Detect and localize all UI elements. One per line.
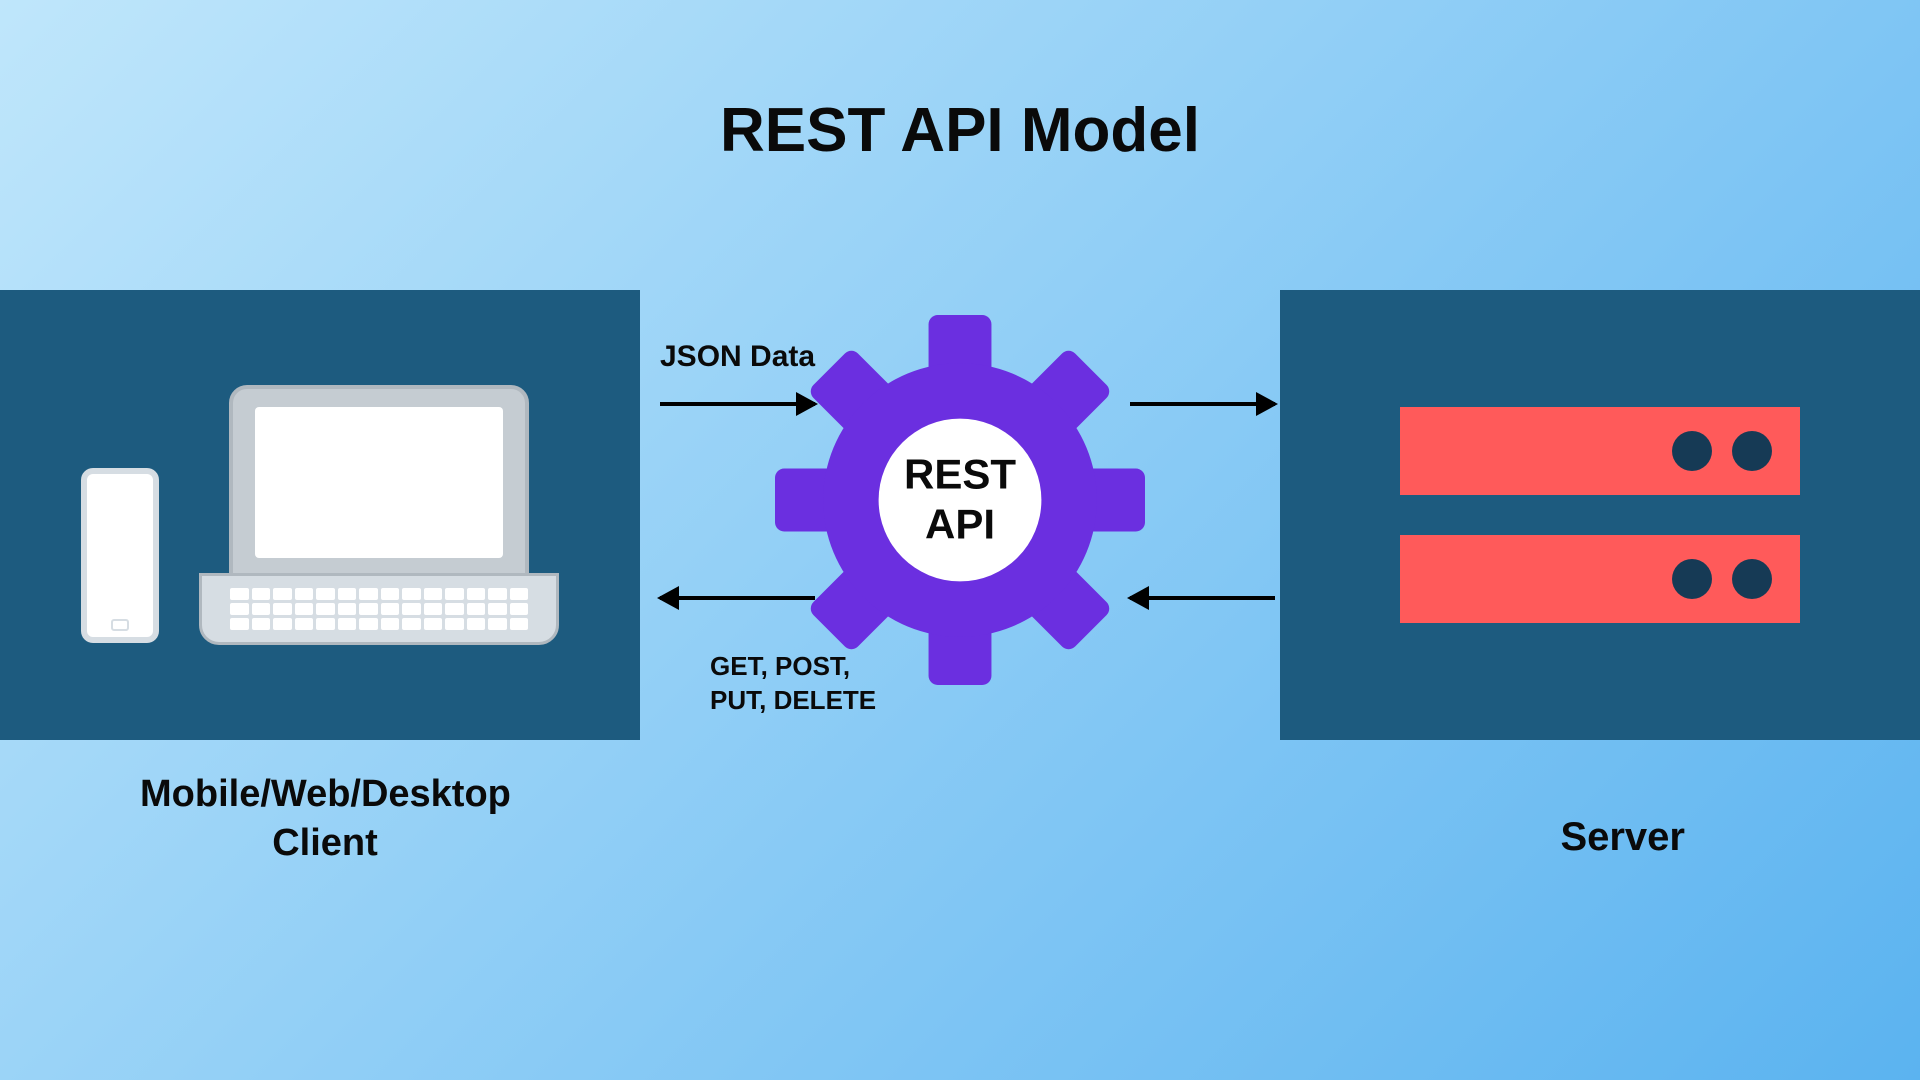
json-data-label: JSON Data bbox=[660, 340, 815, 374]
diagram-title: REST API Model bbox=[0, 95, 1920, 166]
server-rack-icon bbox=[1400, 535, 1800, 623]
laptop-icon bbox=[199, 385, 559, 645]
arrow-api-to-server-icon bbox=[1130, 402, 1275, 406]
arrow-client-to-api-icon bbox=[660, 402, 815, 406]
http-methods-label: GET, POST, PUT, DELETE bbox=[710, 650, 910, 718]
gear-icon: REST API bbox=[775, 315, 1145, 685]
gear-label: REST API bbox=[904, 450, 1016, 551]
client-panel bbox=[0, 290, 640, 740]
arrow-api-to-client-icon bbox=[660, 596, 815, 600]
indicator-dot-icon bbox=[1672, 559, 1712, 599]
keyboard-icon bbox=[230, 588, 528, 630]
phone-icon bbox=[81, 468, 159, 643]
laptop-screen-icon bbox=[229, 385, 529, 580]
gear-label-line1: REST bbox=[904, 451, 1016, 498]
gear-label-line2: API bbox=[925, 501, 995, 548]
client-label: Mobile/Web/Desktop Client bbox=[140, 770, 510, 869]
indicator-dot-icon bbox=[1672, 431, 1712, 471]
indicator-dot-icon bbox=[1732, 559, 1772, 599]
indicator-dot-icon bbox=[1732, 431, 1772, 471]
laptop-base-icon bbox=[199, 573, 559, 645]
arrow-server-to-api-icon bbox=[1130, 596, 1275, 600]
server-rack-icon bbox=[1400, 407, 1800, 495]
server-panel bbox=[1280, 290, 1920, 740]
server-label: Server bbox=[1560, 815, 1685, 860]
